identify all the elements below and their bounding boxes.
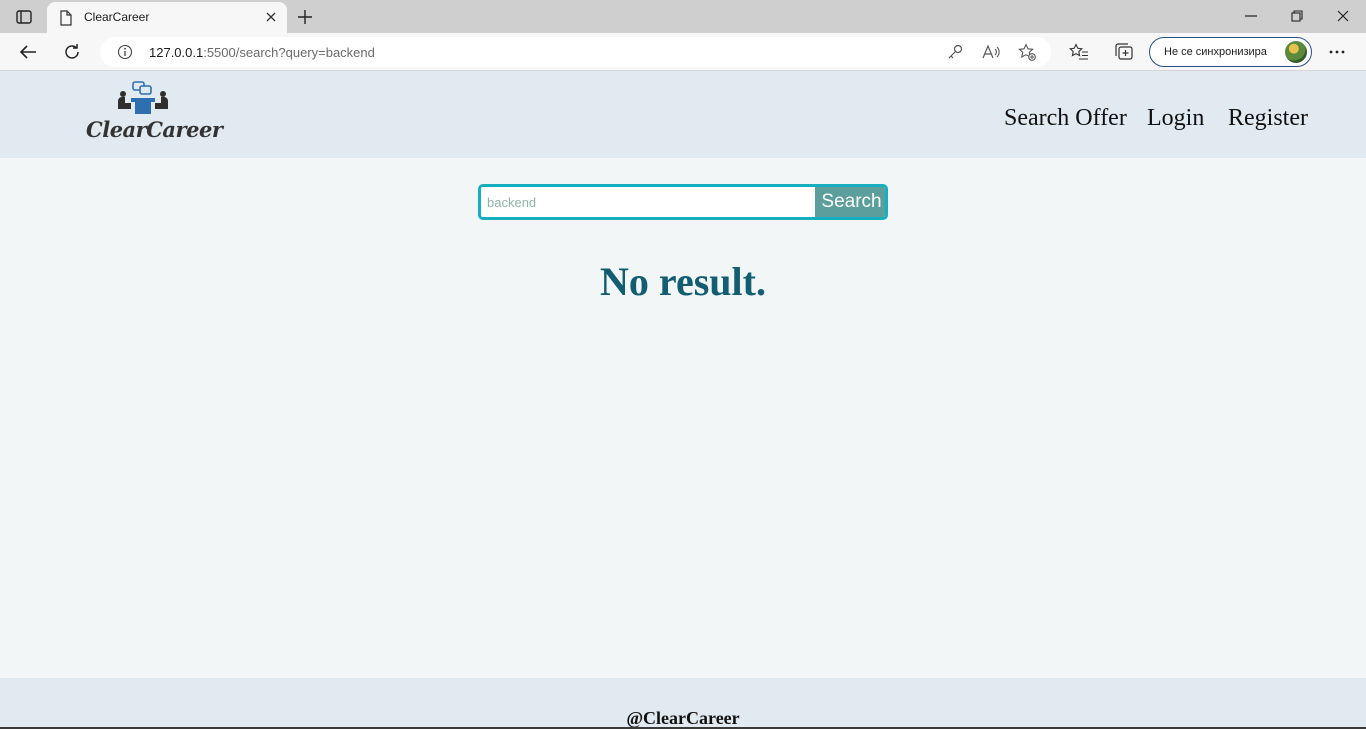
avatar xyxy=(1285,41,1307,63)
collections-icon[interactable] xyxy=(1113,41,1135,63)
refresh-icon[interactable] xyxy=(59,39,85,65)
site-info-icon[interactable] xyxy=(117,44,133,60)
back-icon[interactable] xyxy=(15,39,41,65)
search-input[interactable] xyxy=(481,187,815,217)
profile-label: Не се синхронизира xyxy=(1164,46,1267,58)
page-icon xyxy=(59,10,73,26)
logo-text: ClearCareer xyxy=(86,117,223,142)
restore-icon[interactable] xyxy=(1284,4,1310,28)
footer-text: @ClearCareer xyxy=(626,708,740,728)
url-text: 127.0.0.1:5500/search?query=backend xyxy=(149,45,375,60)
address-field[interactable]: 127.0.0.1:5500/search?query=backend xyxy=(100,37,1051,67)
close-window-icon[interactable] xyxy=(1330,4,1356,28)
url-host: 127.0.0.1 xyxy=(149,45,204,60)
favorites-icon[interactable] xyxy=(1068,41,1090,63)
browser-tab[interactable]: ClearCareer xyxy=(47,2,287,33)
url-path: :5500/search?query=backend xyxy=(203,45,375,60)
tab-title: ClearCareer xyxy=(84,10,150,24)
no-result-message: No result. xyxy=(600,259,766,304)
profile-button[interactable]: Не се синхронизира xyxy=(1149,37,1312,67)
nav-login[interactable]: Login xyxy=(1147,105,1204,132)
address-bar-row: 127.0.0.1:5500/search?query=backend Не с… xyxy=(0,33,1366,71)
more-options-icon[interactable] xyxy=(1326,41,1348,63)
nav-register[interactable]: Register xyxy=(1228,105,1308,132)
site-footer: @ClearCareer xyxy=(0,678,1366,729)
logo[interactable]: ClearCareer xyxy=(86,81,223,143)
logo-people-icon xyxy=(118,81,168,114)
minimize-icon[interactable] xyxy=(1238,4,1264,28)
site-header: ClearCareer Search Offer Login Register xyxy=(0,71,1366,158)
browser-tab-bar: ClearCareer xyxy=(0,0,1366,33)
nav-search-offer[interactable]: Search Offer xyxy=(1004,105,1127,132)
key-icon[interactable] xyxy=(945,42,965,62)
add-favorite-icon[interactable] xyxy=(1017,42,1037,62)
search-form: Search xyxy=(478,184,888,220)
search-button[interactable]: Search xyxy=(815,187,885,217)
read-aloud-icon[interactable] xyxy=(981,42,1001,62)
tab-actions-icon[interactable] xyxy=(10,6,38,28)
new-tab-icon[interactable] xyxy=(294,6,316,28)
close-tab-icon[interactable] xyxy=(263,9,279,25)
